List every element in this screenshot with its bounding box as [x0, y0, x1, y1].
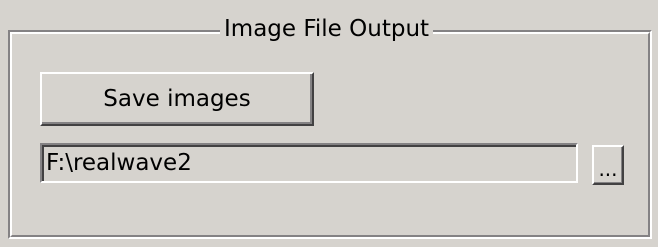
output-path-field[interactable]: F:\realwave2 — [40, 143, 578, 183]
group-box-frame-inner — [10, 32, 650, 237]
group-box-frame — [8, 30, 652, 239]
image-file-output-panel: Image File Output Save images F:\realwav… — [0, 0, 658, 247]
browse-button[interactable]: ... — [592, 145, 624, 185]
save-images-button[interactable]: Save images — [40, 72, 314, 126]
group-box-title: Image File Output — [220, 13, 434, 45]
